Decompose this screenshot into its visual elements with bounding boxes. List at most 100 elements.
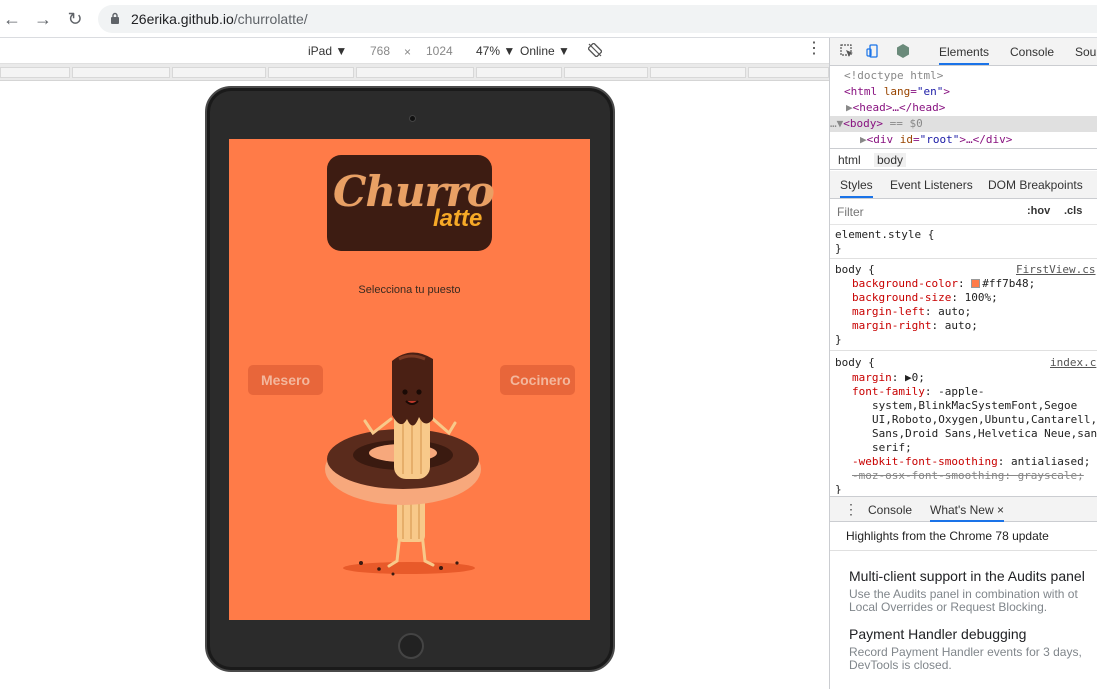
rule2-prop-moz-smoothing[interactable]: -moz-osx-font-smoothing: grayscale; [852,469,1084,483]
rule2-prop-font-family[interactable]: font-family: -apple- [852,385,984,399]
device-select[interactable]: iPad ▼ [308,44,347,58]
font-family-line-3: UI,Roboto,Oxygen,Ubuntu,Cantarell, [872,413,1097,426]
whats-new-label: What's New [930,503,994,517]
styles-filter-input[interactable] [834,202,1016,222]
rule2-prop-font-smoothing[interactable]: -webkit-font-smoothing: antialiased; [852,455,1090,469]
tree-head-text: <head>…</head> [852,101,946,114]
tab-sources[interactable]: Sou [1075,45,1096,59]
tab-console[interactable]: Console [1010,45,1054,59]
news-title-1[interactable]: Multi-client support in the Audits panel [849,568,1085,584]
breadcrumb-html[interactable]: html [838,153,861,167]
device-toolbar: iPad ▼ 768 × 1024 47% ▼ Online ▼ ⋮ [0,38,829,64]
devtools-panel: Elements Console Sou <!doctype html> <ht… [829,38,1097,689]
mesero-button[interactable]: Mesero [248,365,323,395]
back-arrow-icon[interactable]: ← [1,9,23,29]
tree-html-tag: <html [844,85,878,98]
tree-html-close: > [943,85,950,98]
device-width[interactable]: 768 [370,44,390,58]
rule2-close: } [835,483,842,494]
network-select[interactable]: Online ▼ [520,44,570,58]
breadcrumb: html body [830,148,1097,170]
lock-icon [111,12,119,24]
tree-html-attr: lang [883,85,911,98]
tree-doctype[interactable]: <!doctype html> [844,68,943,84]
prop-value: auto; [938,305,972,318]
prop-value-line: -apple- [931,385,985,398]
tab-dom-breakpoints[interactable]: DOM Breakpoints [988,178,1083,192]
rule1-selector[interactable]: body { [835,263,875,277]
reload-icon[interactable]: ↻ [64,9,86,29]
hov-toggle[interactable]: :hov [1027,205,1050,217]
rule1-close: } [835,333,842,346]
whats-new-panel: Highlights from the Chrome 78 update Mul… [830,522,1097,689]
screen-root: ← → ↻ 26erika.github.io/churrolatte/ iPa… [0,0,1097,689]
breadcrumb-body[interactable]: body [874,153,907,167]
prop-value: 0; [911,371,925,384]
tree-body-marker: == $0 [889,117,923,130]
prop-value: 100%; [964,291,998,304]
role-prompt: Selecciona tu puesto [358,284,461,296]
cocinero-button[interactable]: Cocinero [500,365,575,395]
home-button[interactable] [398,633,424,659]
tree-div-open: <div [866,133,894,146]
more-options-icon[interactable]: ⋮ [806,41,822,57]
font-family-line-5: serif; [872,441,912,454]
browser-toolbar: ← → ↻ 26erika.github.io/churrolatte/ [0,0,1097,38]
tree-html[interactable]: <html lang="en"> [844,84,950,100]
tab-elements[interactable]: Elements [939,45,990,65]
drawer-tab-console[interactable]: Console [868,503,912,517]
styles-filter-bar: :hov .cls [830,199,1097,225]
devtools-tab-bar: Elements Console Sou [830,38,1097,66]
prop-name: background-color [852,277,958,290]
drawer-tab-bar: ⋮ Console What's New × [830,496,1097,522]
zoom-select[interactable]: 47% ▼ [476,44,515,58]
forward-arrow-icon[interactable]: → [32,9,54,29]
tree-body[interactable]: …▼<body> == $0 [830,116,1097,132]
url-host: 26erika.github.io [131,11,234,27]
rule1-prop-background-color[interactable]: background-color: #ff7b48; [852,277,1035,291]
color-swatch-icon [971,279,981,288]
rule2-selector[interactable]: body { [835,356,875,370]
rule1-prop-background-size[interactable]: background-size: 100%; [852,291,998,305]
tab-event-listeners[interactable]: Event Listeners [890,178,973,192]
drawer-menu-icon[interactable]: ⋮ [844,501,858,518]
rule1-source-text: FirstView.cs [1016,263,1096,276]
font-family-line-2: system,BlinkMacSystemFont,Segoe [872,399,1078,412]
prop-name: background-size [852,291,952,304]
rule2-prop-margin[interactable]: margin: ▶0; [852,371,925,385]
tree-div-attr: id [899,133,913,146]
prop-value: auto; [944,319,978,332]
tree-html-val: "en" [916,85,944,98]
address-bar[interactable]: 26erika.github.io/churrolatte/ [98,5,1097,33]
camera-icon [409,115,416,122]
logo-word-latte: latte [433,205,483,232]
app-screen: Churro latte Selecciona tu puesto Mesero… [229,139,590,620]
rotate-icon[interactable] [588,43,602,57]
tree-root-div[interactable]: ▶<div id="root">…</div> [860,132,1012,148]
element-style-rule[interactable]: element.style { [835,228,934,242]
cls-toggle[interactable]: .cls [1064,205,1082,217]
whats-new-highlights: Highlights from the Chrome 78 update [846,529,1049,543]
device-height[interactable]: 1024 [426,44,453,58]
news-desc-2b: DevTools is closed. [849,658,952,672]
tab-styles[interactable]: Styles [840,178,873,198]
rule2-source-text: index.c [1050,356,1097,369]
extension-hexagon-icon[interactable] [896,44,910,58]
prop-value: antialiased; [1010,455,1091,468]
churrolatte-logo: Churro latte [327,155,495,251]
close-icon[interactable]: × [997,503,1004,517]
inspect-element-icon[interactable] [840,44,854,58]
prop-name: margin-right [852,319,932,332]
drawer-tab-whats-new[interactable]: What's New × [930,503,1004,522]
rule1-source-link[interactable]: FirstView.cs [1016,263,1095,277]
rule2-source-link[interactable]: index.c [1050,356,1096,370]
prop-value: #ff7b48; [982,277,1036,290]
news-desc-1b: Local Overrides or Request Blocking. [849,600,1048,614]
tree-head[interactable]: ▶<head>…</head> [846,100,945,116]
prop-name: -webkit-font-smoothing [852,455,998,468]
font-family-line-4: Sans,Droid Sans,Helvetica Neue,san [872,427,1097,440]
news-title-2[interactable]: Payment Handler debugging [849,626,1026,642]
device-toggle-icon[interactable] [866,44,880,58]
rule1-prop-margin-right[interactable]: margin-right: auto; [852,319,978,333]
rule1-prop-margin-left[interactable]: margin-left: auto; [852,305,971,319]
